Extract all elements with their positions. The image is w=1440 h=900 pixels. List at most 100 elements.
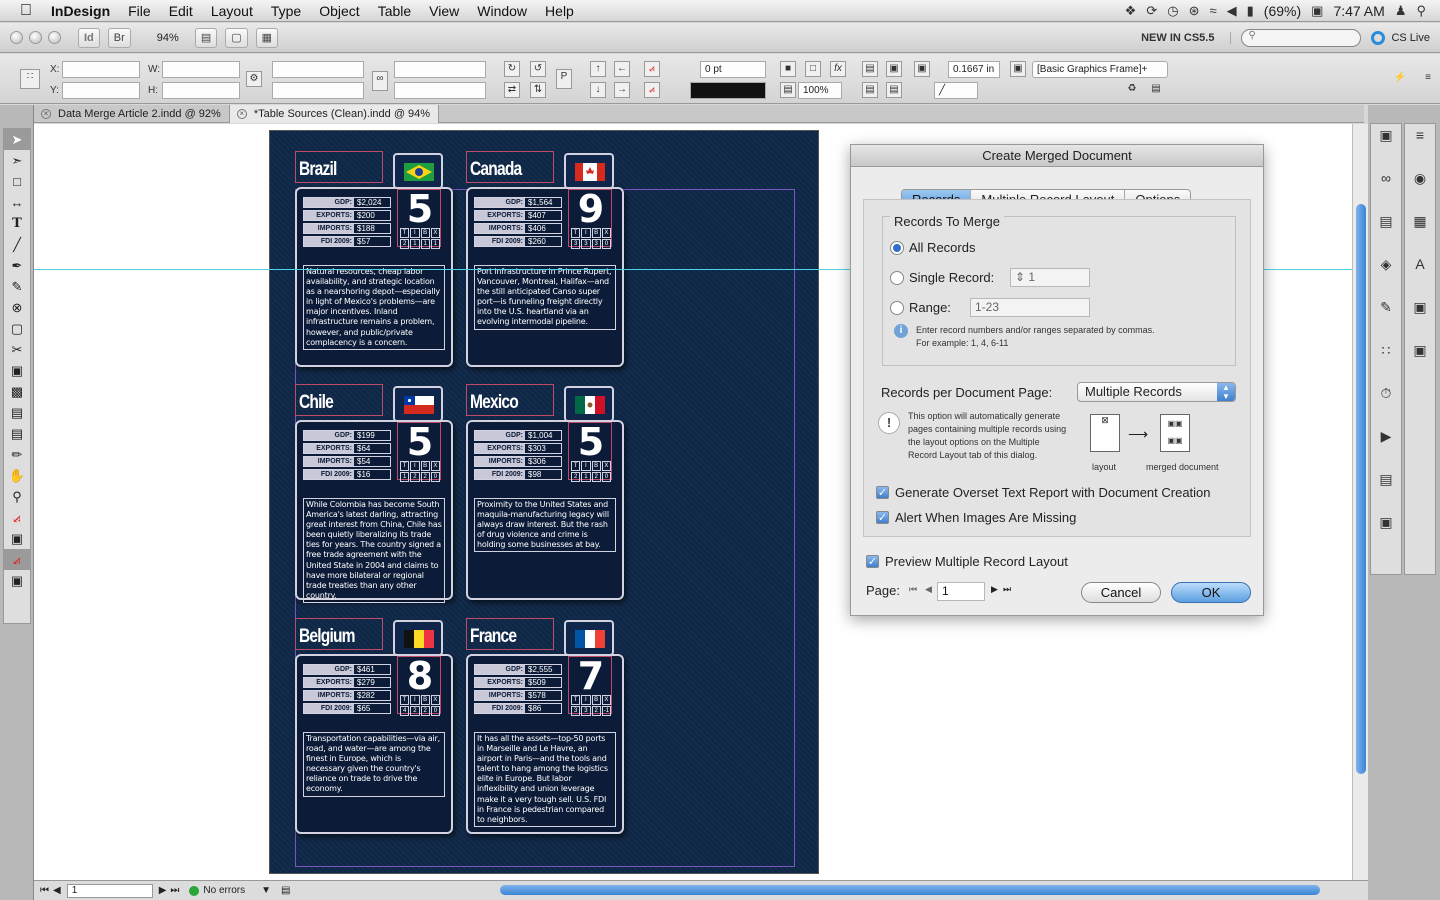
fill-stroke-swatch-icon[interactable]: ⦯ bbox=[4, 507, 30, 528]
app-menu[interactable]: InDesign bbox=[42, 0, 119, 22]
apply-none-icon[interactable]: ⦯ bbox=[4, 549, 30, 570]
stroke-weight-field[interactable]: 0 pt bbox=[700, 61, 766, 78]
eyedropper-tool-icon[interactable]: ✏ bbox=[4, 444, 30, 465]
cancel-button[interactable]: Cancel bbox=[1081, 582, 1161, 603]
close-tab-icon[interactable]: × bbox=[41, 109, 51, 119]
link-icon[interactable]: ∞ bbox=[372, 71, 388, 91]
preflight-status[interactable]: No errors bbox=[203, 885, 245, 896]
timing-panel-icon[interactable]: ⏱ bbox=[1371, 382, 1401, 404]
tab-data-merge-article[interactable]: × Data Merge Article 2.indd @ 92% bbox=[34, 105, 230, 123]
flag-frame[interactable] bbox=[564, 153, 614, 189]
free-transform-tool-icon[interactable]: ▣ bbox=[4, 360, 30, 381]
flip-horizontal-icon[interactable]: ⇄ bbox=[504, 82, 520, 98]
country-card-france[interactable]: France 7 T I B X 3 3 2 -1 GDP: $2,555 EXPORTS: $509 IM… bbox=[466, 618, 624, 856]
arrange-documents-icon[interactable]: ▦ bbox=[255, 27, 279, 48]
score-frame[interactable]: 5TIBX2120 bbox=[568, 421, 612, 482]
score-frame[interactable]: 5TIBX 1220 bbox=[397, 421, 441, 482]
links-panel-icon[interactable]: ∞ bbox=[1371, 167, 1401, 189]
stroke-none-icon[interactable]: ⦯ bbox=[644, 82, 660, 98]
zoom-window-button[interactable] bbox=[48, 31, 61, 44]
first-spread-icon[interactable]: ⏮ bbox=[40, 885, 49, 896]
object-styles-panel-icon[interactable]: ▣ bbox=[1405, 296, 1435, 318]
note-tool-icon[interactable]: ▤ bbox=[4, 402, 30, 423]
bridge-button[interactable]: Br bbox=[107, 27, 131, 48]
y-field[interactable] bbox=[62, 82, 140, 99]
selection-tool-icon[interactable]: ➤ bbox=[4, 129, 30, 150]
rectangle-frame-tool-icon[interactable]: ⊗ bbox=[4, 297, 30, 318]
pathfinder-panel-icon[interactable]: ✎ bbox=[1371, 296, 1401, 318]
transform-panel-icon[interactable]: ▣ bbox=[1371, 511, 1401, 533]
flag-frame[interactable] bbox=[564, 620, 614, 656]
character-styles-panel-icon[interactable]: A bbox=[1405, 253, 1435, 275]
pencil-tool-icon[interactable]: ✎ bbox=[4, 276, 30, 297]
minimize-window-button[interactable] bbox=[29, 31, 42, 44]
screen-mode-tool-icon[interactable]: ▣ bbox=[4, 570, 30, 591]
document-page[interactable]: Brazil 5 T I B X 2 1 1 1 GDP: $2,024 EXPORTS: $200 IMP… bbox=[269, 130, 819, 874]
preflight-menu-icon[interactable]: ▼ bbox=[261, 885, 271, 896]
opacity-field[interactable]: 100% bbox=[798, 82, 842, 99]
clear-overrides-icon[interactable]: ♻ bbox=[1124, 82, 1140, 98]
dropbox-icon[interactable]: ❖ bbox=[1125, 3, 1137, 19]
drop-shadow-icon[interactable]: ■ bbox=[780, 61, 796, 77]
flip-vertical-icon[interactable]: ⇅ bbox=[530, 82, 546, 98]
score-frame[interactable]: 5TIBX2111 bbox=[397, 188, 441, 249]
pages-panel-icon[interactable]: ▣ bbox=[1371, 124, 1401, 146]
flag-frame[interactable] bbox=[393, 620, 443, 656]
tab-table-sources[interactable]: × *Table Sources (Clean).indd @ 94% bbox=[229, 105, 440, 123]
records-per-page-select[interactable]: Multiple Records ▲ ▼ bbox=[1077, 382, 1236, 402]
previous-page-icon[interactable]: ◀ bbox=[925, 584, 932, 595]
close-window-button[interactable] bbox=[10, 31, 23, 44]
table-panel-icon[interactable]: ▦ bbox=[1405, 210, 1435, 232]
single-record-radio[interactable]: Single Record: bbox=[890, 270, 994, 285]
menu-file[interactable]: File bbox=[119, 0, 160, 22]
menu-view[interactable]: View bbox=[420, 0, 468, 22]
hand-tool-icon[interactable]: ✋ bbox=[4, 465, 30, 486]
formatting-container-icon[interactable]: ▣ bbox=[4, 528, 30, 549]
first-page-icon[interactable]: ⏮ bbox=[909, 584, 917, 595]
menu-table[interactable]: Table bbox=[369, 0, 420, 22]
volume-icon[interactable]: ◀ bbox=[1227, 3, 1237, 19]
open-folder-icon[interactable]: ▤ bbox=[281, 885, 290, 896]
flag-frame[interactable] bbox=[393, 153, 443, 189]
new-style-icon[interactable]: ▤ bbox=[1148, 82, 1164, 98]
menu-window[interactable]: Window bbox=[468, 0, 536, 22]
overset-report-checkbox[interactable]: ✓ Generate Overset Text Report with Docum… bbox=[876, 485, 1211, 500]
menu-type[interactable]: Type bbox=[262, 0, 310, 22]
fill-none-icon[interactable]: ⦯ bbox=[644, 61, 660, 77]
stroke-type-select[interactable] bbox=[690, 82, 766, 99]
next-page-icon[interactable]: ▶ bbox=[991, 584, 998, 595]
last-page-icon[interactable]: ⏭ bbox=[1003, 584, 1011, 595]
single-record-field[interactable]: ⇕ 1 bbox=[1010, 268, 1090, 287]
align-top-icon[interactable]: ▤ bbox=[862, 82, 878, 98]
user-icon[interactable]: ♟ bbox=[1395, 3, 1407, 19]
close-tab-icon[interactable]: × bbox=[236, 109, 247, 119]
all-records-radio[interactable]: All Records bbox=[890, 240, 975, 255]
line-tool-icon[interactable]: ╱ bbox=[4, 234, 30, 255]
help-search-input[interactable]: ⚲ bbox=[1241, 28, 1362, 47]
align-bottom-icon[interactable]: ▤ bbox=[886, 82, 902, 98]
horizontal-scroll-thumb[interactable] bbox=[500, 885, 1320, 895]
layers-panel-icon[interactable]: ◈ bbox=[1371, 253, 1401, 275]
direct-selection-tool-icon[interactable]: ➣ bbox=[4, 150, 30, 171]
select-previous-icon[interactable]: ← bbox=[614, 61, 630, 77]
corner-shape-select[interactable]: ╱ bbox=[934, 82, 978, 99]
flag-frame[interactable] bbox=[564, 386, 614, 422]
country-card-mexico[interactable]: Mexico 5 T I B X 2 1 2 0 GDP: $1,004 EXPORTS: $303 IMP… bbox=[466, 384, 624, 622]
last-spread-icon[interactable]: ⏭ bbox=[170, 885, 179, 896]
scissors-tool-icon[interactable]: ✂ bbox=[4, 339, 30, 360]
rectangle-tool-icon[interactable]: ▢ bbox=[4, 318, 30, 339]
flag-frame[interactable] bbox=[393, 386, 443, 422]
corner-offset-field[interactable]: 0.1667 in bbox=[948, 61, 1000, 78]
type-tool-icon[interactable]: T bbox=[4, 213, 30, 234]
ok-button[interactable]: OK bbox=[1171, 582, 1251, 603]
sync-icon[interactable]: ⟳ bbox=[1146, 3, 1157, 19]
rotate-ccw-icon[interactable]: ↺ bbox=[530, 61, 546, 77]
cs-live-button[interactable]: CS Live bbox=[1371, 30, 1440, 45]
gradient-feather-tool-icon[interactable]: ▤ bbox=[4, 423, 30, 444]
scale-y-field[interactable] bbox=[272, 82, 364, 99]
alert-missing-images-checkbox[interactable]: ✓ Alert When Images Are Missing bbox=[876, 510, 1076, 525]
apple-menu-icon[interactable]:  bbox=[0, 0, 42, 22]
country-card-chile[interactable]: Chile 5 T I B X 1 2 2 0 GDP: $199 EXPORTS: $64 IMPORTS… bbox=[295, 384, 453, 622]
object-style-select[interactable]: [Basic Graphics Frame]+ bbox=[1032, 61, 1168, 78]
vertical-scrollbar[interactable] bbox=[1352, 124, 1368, 880]
